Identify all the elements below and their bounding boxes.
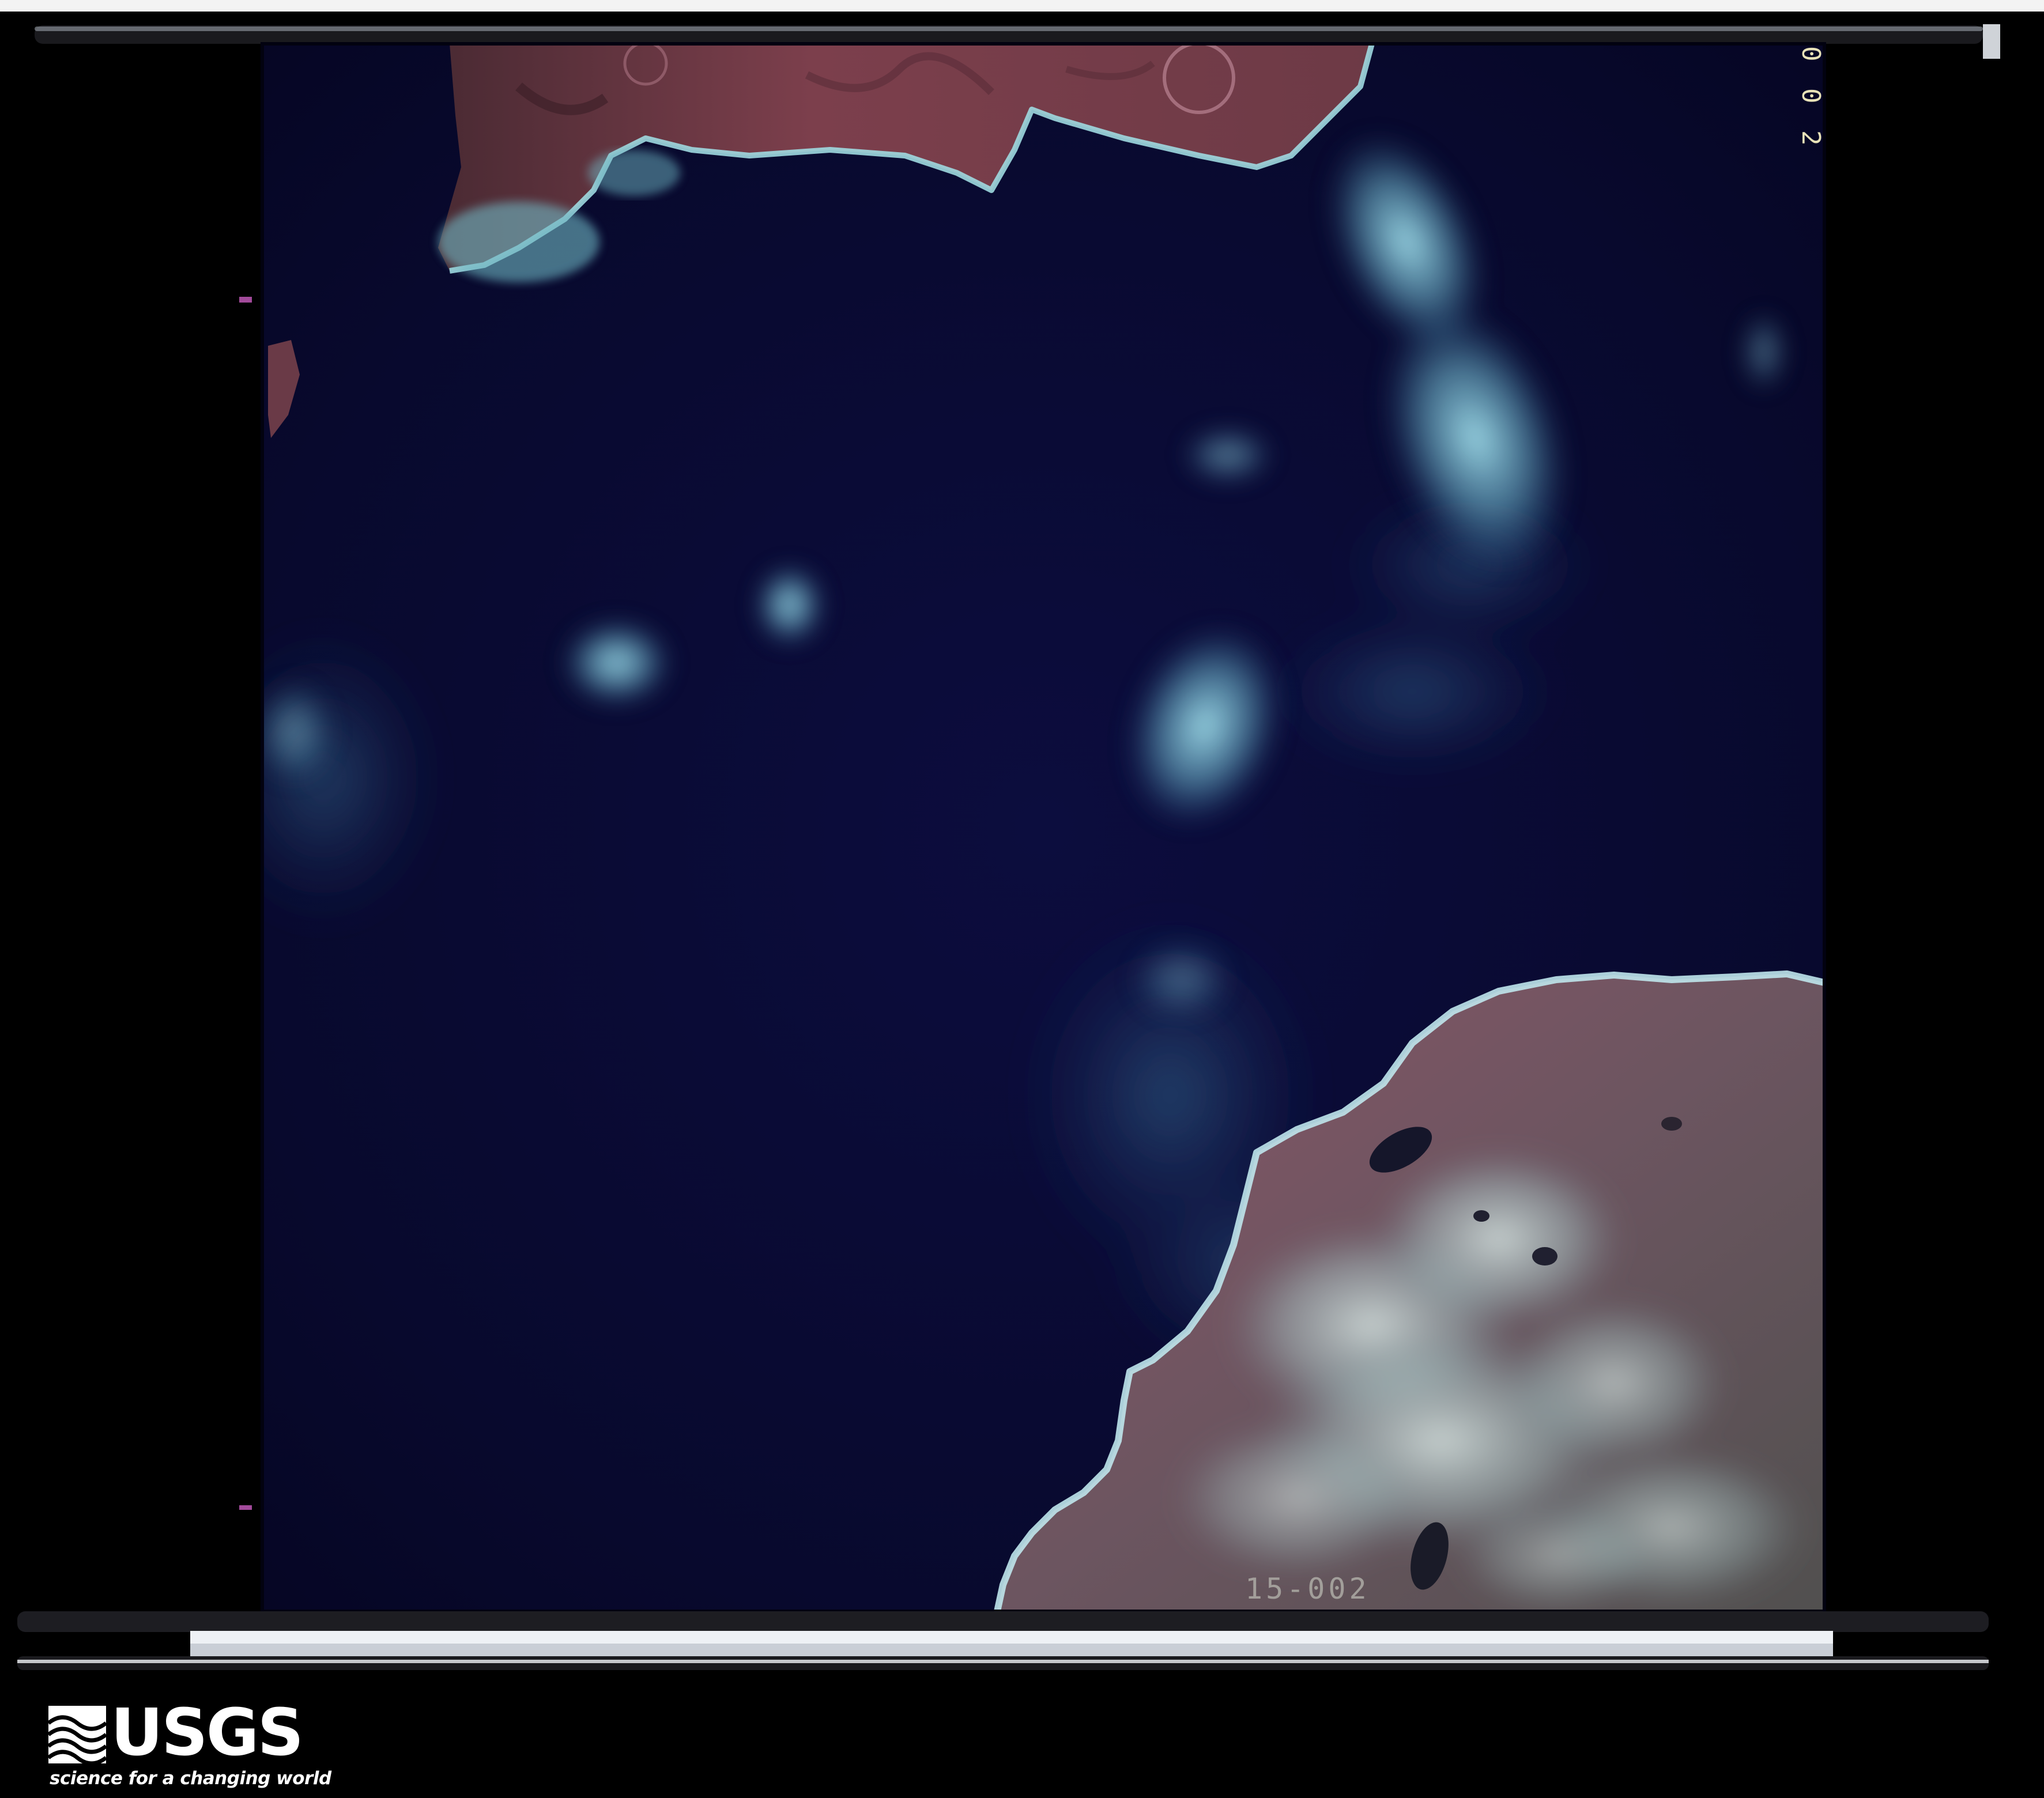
usgs-tagline: science for a changing world <box>50 1768 331 1789</box>
frame-number: 0 0 2 <box>1796 46 1826 152</box>
edge-marker <box>239 1505 252 1510</box>
edge-marker <box>239 297 252 303</box>
usgs-wave-icon <box>48 1706 106 1763</box>
usgs-logo: USGS science for a changing world <box>48 1695 331 1792</box>
photo-viewer: 0 0 2 15-002 USGS science for a changing… <box>0 0 2044 1798</box>
frame-code: 15-002 <box>1245 1572 1370 1606</box>
film-strip-bottom <box>17 1611 1989 1670</box>
aerial-photograph <box>0 0 2044 1670</box>
usgs-wordmark: USGS <box>111 1695 304 1770</box>
